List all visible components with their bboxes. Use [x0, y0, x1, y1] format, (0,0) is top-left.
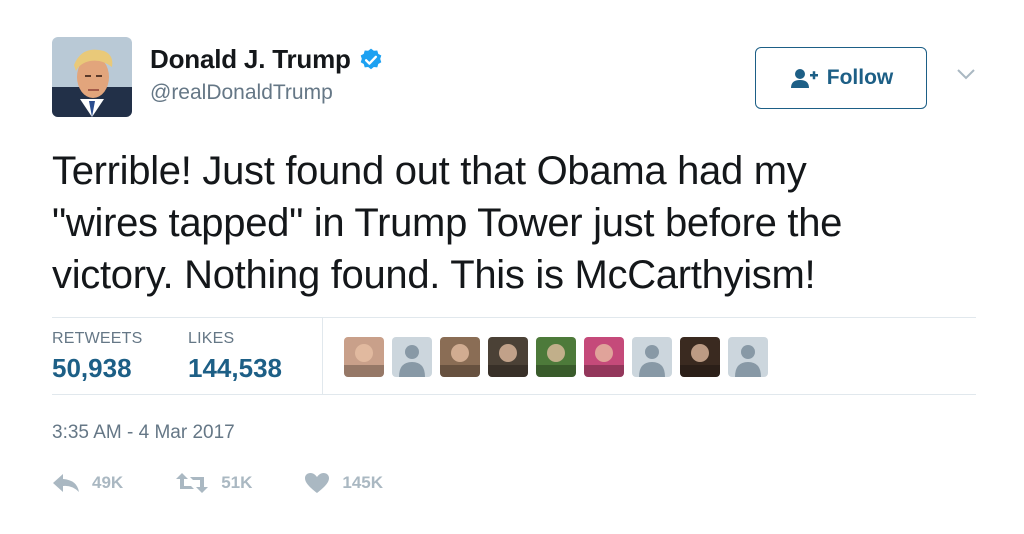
- default-avatar-icon: [392, 337, 432, 377]
- liker-avatar[interactable]: [680, 337, 720, 377]
- tweet-text: Terrible! Just found out that Obama had …: [52, 145, 972, 301]
- action-bar: 49K 51K 145K: [52, 472, 435, 494]
- like-count: 145K: [342, 473, 384, 492]
- tweet-line: Terrible! Just found out that Obama had …: [52, 149, 807, 193]
- default-avatar-icon: [632, 337, 672, 377]
- liker-avatar[interactable]: [392, 337, 432, 377]
- divider: [52, 394, 976, 395]
- retweet-icon: [176, 473, 209, 493]
- liker-avatar[interactable]: [584, 337, 624, 377]
- follow-button[interactable]: Follow: [755, 47, 927, 109]
- retweet-button[interactable]: 51K: [175, 472, 252, 494]
- verified-badge-icon: [360, 48, 381, 69]
- add-person-icon: [790, 69, 818, 88]
- author-handle[interactable]: @realDonaldTrump: [150, 81, 333, 105]
- likes-count: 144,538: [188, 353, 282, 383]
- user-photo: [440, 337, 480, 377]
- author-display-name[interactable]: Donald J. Trump: [150, 44, 351, 75]
- user-photo: [344, 337, 384, 377]
- retweet-count: 51K: [221, 473, 253, 492]
- user-photo: [680, 337, 720, 377]
- retweets-stat[interactable]: RETWEETS 50,938: [52, 330, 143, 384]
- divider: [52, 317, 976, 318]
- user-photo: [584, 337, 624, 377]
- tweet-line: "wires tapped" in Trump Tower just befor…: [52, 201, 843, 245]
- liker-avatar[interactable]: [728, 337, 768, 377]
- likes-label: LIKES: [188, 330, 235, 347]
- likes-stat[interactable]: LIKES 144,538: [188, 330, 282, 384]
- author-avatar[interactable]: [52, 37, 132, 117]
- retweets-count: 50,938: [52, 353, 132, 383]
- liker-avatar[interactable]: [536, 337, 576, 377]
- retweets-label: RETWEETS: [52, 330, 143, 347]
- reply-count: 49K: [92, 473, 124, 492]
- like-button[interactable]: 145K: [304, 472, 383, 494]
- user-photo: [536, 337, 576, 377]
- likers-avatars: [344, 337, 768, 377]
- tweet-line: victory. Nothing found. This is McCarthy…: [52, 253, 816, 297]
- liker-avatar[interactable]: [440, 337, 480, 377]
- liker-avatar[interactable]: [488, 337, 528, 377]
- reply-button[interactable]: 49K: [52, 473, 123, 493]
- reply-icon: [53, 474, 79, 492]
- follow-label: Follow: [826, 66, 894, 89]
- liker-avatar[interactable]: [632, 337, 672, 377]
- default-avatar-icon: [728, 337, 768, 377]
- heart-icon: [305, 473, 330, 493]
- user-photo: [488, 337, 528, 377]
- liker-avatar[interactable]: [344, 337, 384, 377]
- divider: [322, 318, 323, 394]
- chevron-down-icon[interactable]: [955, 63, 977, 85]
- tweet-timestamp[interactable]: 3:35 AM - 4 Mar 2017: [52, 422, 235, 444]
